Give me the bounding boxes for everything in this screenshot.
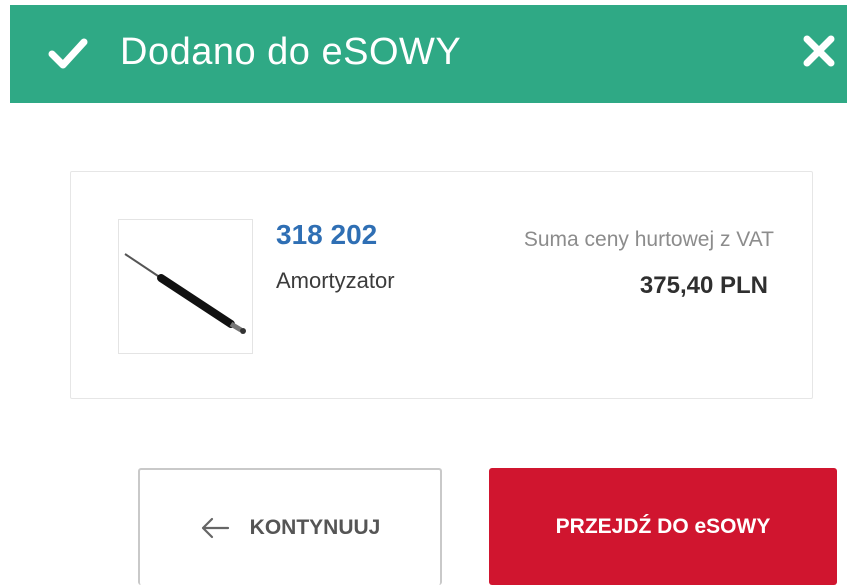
go-to-esowa-button-label: PRZEJDŹ DO eSOWY	[555, 514, 771, 538]
product-thumbnail	[118, 219, 253, 354]
checkmark-icon	[48, 38, 88, 69]
go-to-esowa-button[interactable]: PRZEJDŹ DO eSOWY	[489, 468, 837, 585]
product-card: 318 202 Amortyzator Suma ceny hurtowej z…	[70, 171, 813, 399]
modal-title: Dodano do eSOWY	[120, 31, 462, 73]
product-code-link[interactable]: 318 202	[276, 219, 377, 251]
continue-button-label: KONTYNUUJ	[249, 515, 381, 539]
modal-header: Dodano do eSOWY	[10, 5, 847, 103]
arrow-left-icon	[201, 517, 229, 538]
sum-label: Suma ceny hurtowej z VAT	[523, 228, 774, 251]
sum-value: 375,40 PLN	[639, 272, 768, 299]
product-name: Amortyzator	[276, 268, 395, 293]
continue-button[interactable]: KONTYNUUJ	[138, 468, 442, 585]
close-icon[interactable]	[799, 31, 839, 71]
shock-absorber-image	[124, 253, 246, 334]
